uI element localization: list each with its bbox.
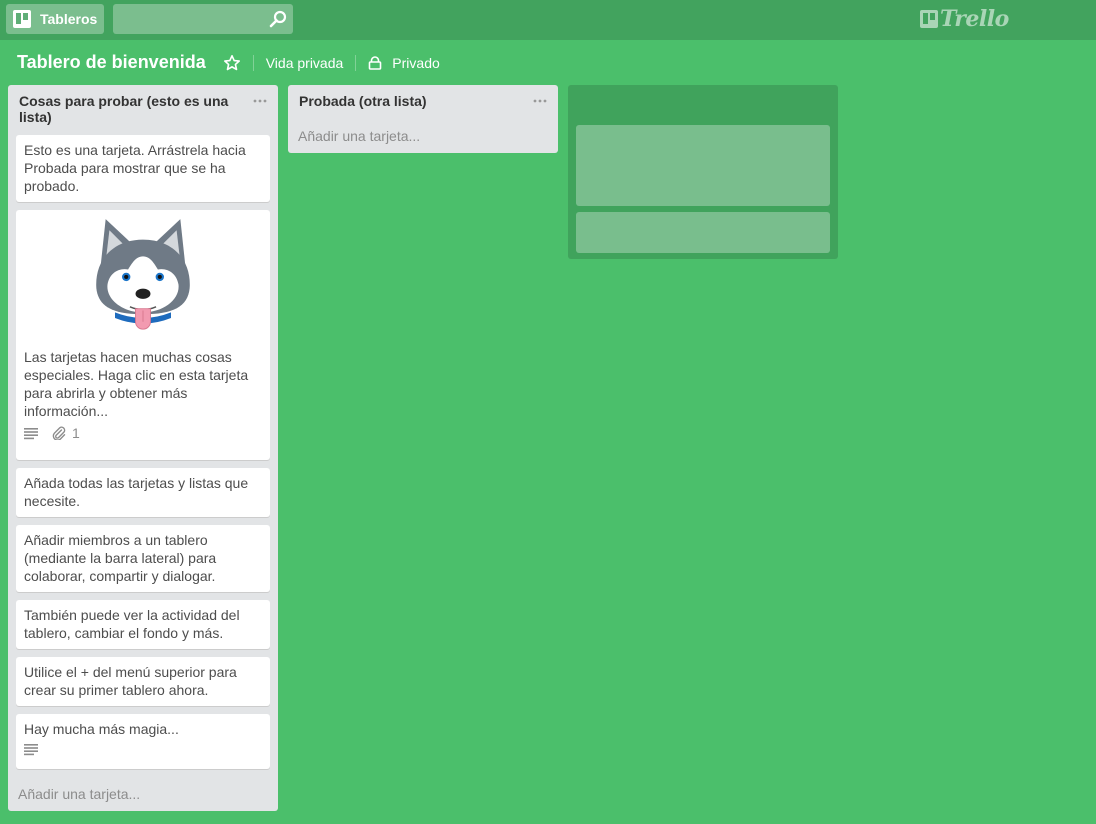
card-text: Las tarjetas hacen muchas cosas especial… [24,349,249,419]
list-cosas-para-probar: Cosas para probar (esto es una lista) Es… [8,85,278,811]
card-text: Añada todas las tarjetas y listas que ne… [24,475,249,509]
list-card[interactable]: Esto es una tarjeta. Arrástrela hacia Pr… [16,135,270,202]
card-text: También puede ver la actividad del table… [24,607,240,641]
card-text: Añadir miembros a un tablero (mediante l… [24,532,217,584]
list-card[interactable]: Utilice el + del menú superior para crea… [16,657,270,706]
ellipsis-icon[interactable] [252,96,268,106]
search-icon[interactable] [268,9,288,29]
list-card[interactable]: Añadir miembros a un tablero (mediante l… [16,525,270,592]
ellipsis-icon[interactable] [532,96,548,106]
card-text: Hay mucha más magia... [24,721,179,737]
boards-button[interactable]: Tableros [6,4,104,34]
card-badges: 1 [24,424,262,442]
description-icon [24,428,38,440]
placeholder-card [576,125,830,206]
add-card-button[interactable]: Añadir una tarjeta... [18,786,140,802]
description-icon [24,744,38,756]
attachment-count: 1 [72,425,80,441]
top-header: Tableros Trello [0,0,1096,40]
add-card-button[interactable]: Añadir una tarjeta... [298,128,420,144]
husky-image [96,219,190,330]
list-title[interactable]: Probada (otra lista) [288,85,558,109]
list-card[interactable]: Añada todas las tarjetas y listas que ne… [16,468,270,517]
board-title[interactable]: Tablero de bienvenida [17,52,206,73]
card-badges [24,740,262,758]
card-text: Esto es una tarjeta. Arrástrela hacia Pr… [24,142,246,194]
boards-icon [13,10,31,28]
trello-logo-icon [920,10,938,28]
search-box[interactable] [113,4,293,34]
card-text: Utilice el + del menú superior para crea… [24,664,237,698]
visibility-button[interactable]: Vida privada [254,55,356,71]
boards-label: Tableros [40,11,98,27]
list-probada: Probada (otra lista) Añadir una tarjeta.… [288,85,558,153]
list-card[interactable]: También puede ver la actividad del table… [16,600,270,649]
trello-logo[interactable]: Trello [920,6,1009,32]
star-icon[interactable] [223,54,241,72]
list-card[interactable]: Hay mucha más magia... [16,714,270,769]
paperclip-icon [52,426,66,440]
add-list-placeholder[interactable] [568,85,838,259]
privacy-button[interactable]: Privado [356,55,451,71]
lock-icon [368,55,382,70]
list-card[interactable]: Las tarjetas hacen muchas cosas especial… [16,210,270,460]
placeholder-card [576,212,830,253]
visibility-label: Vida privada [265,54,344,71]
privacy-label: Privado [392,54,440,71]
list-title[interactable]: Cosas para probar (esto es una lista) [8,85,278,127]
logo-text: Trello [940,6,1009,32]
search-input[interactable] [113,4,293,34]
board-header: Tablero de bienvenida Vida privada Priva… [0,40,1096,85]
